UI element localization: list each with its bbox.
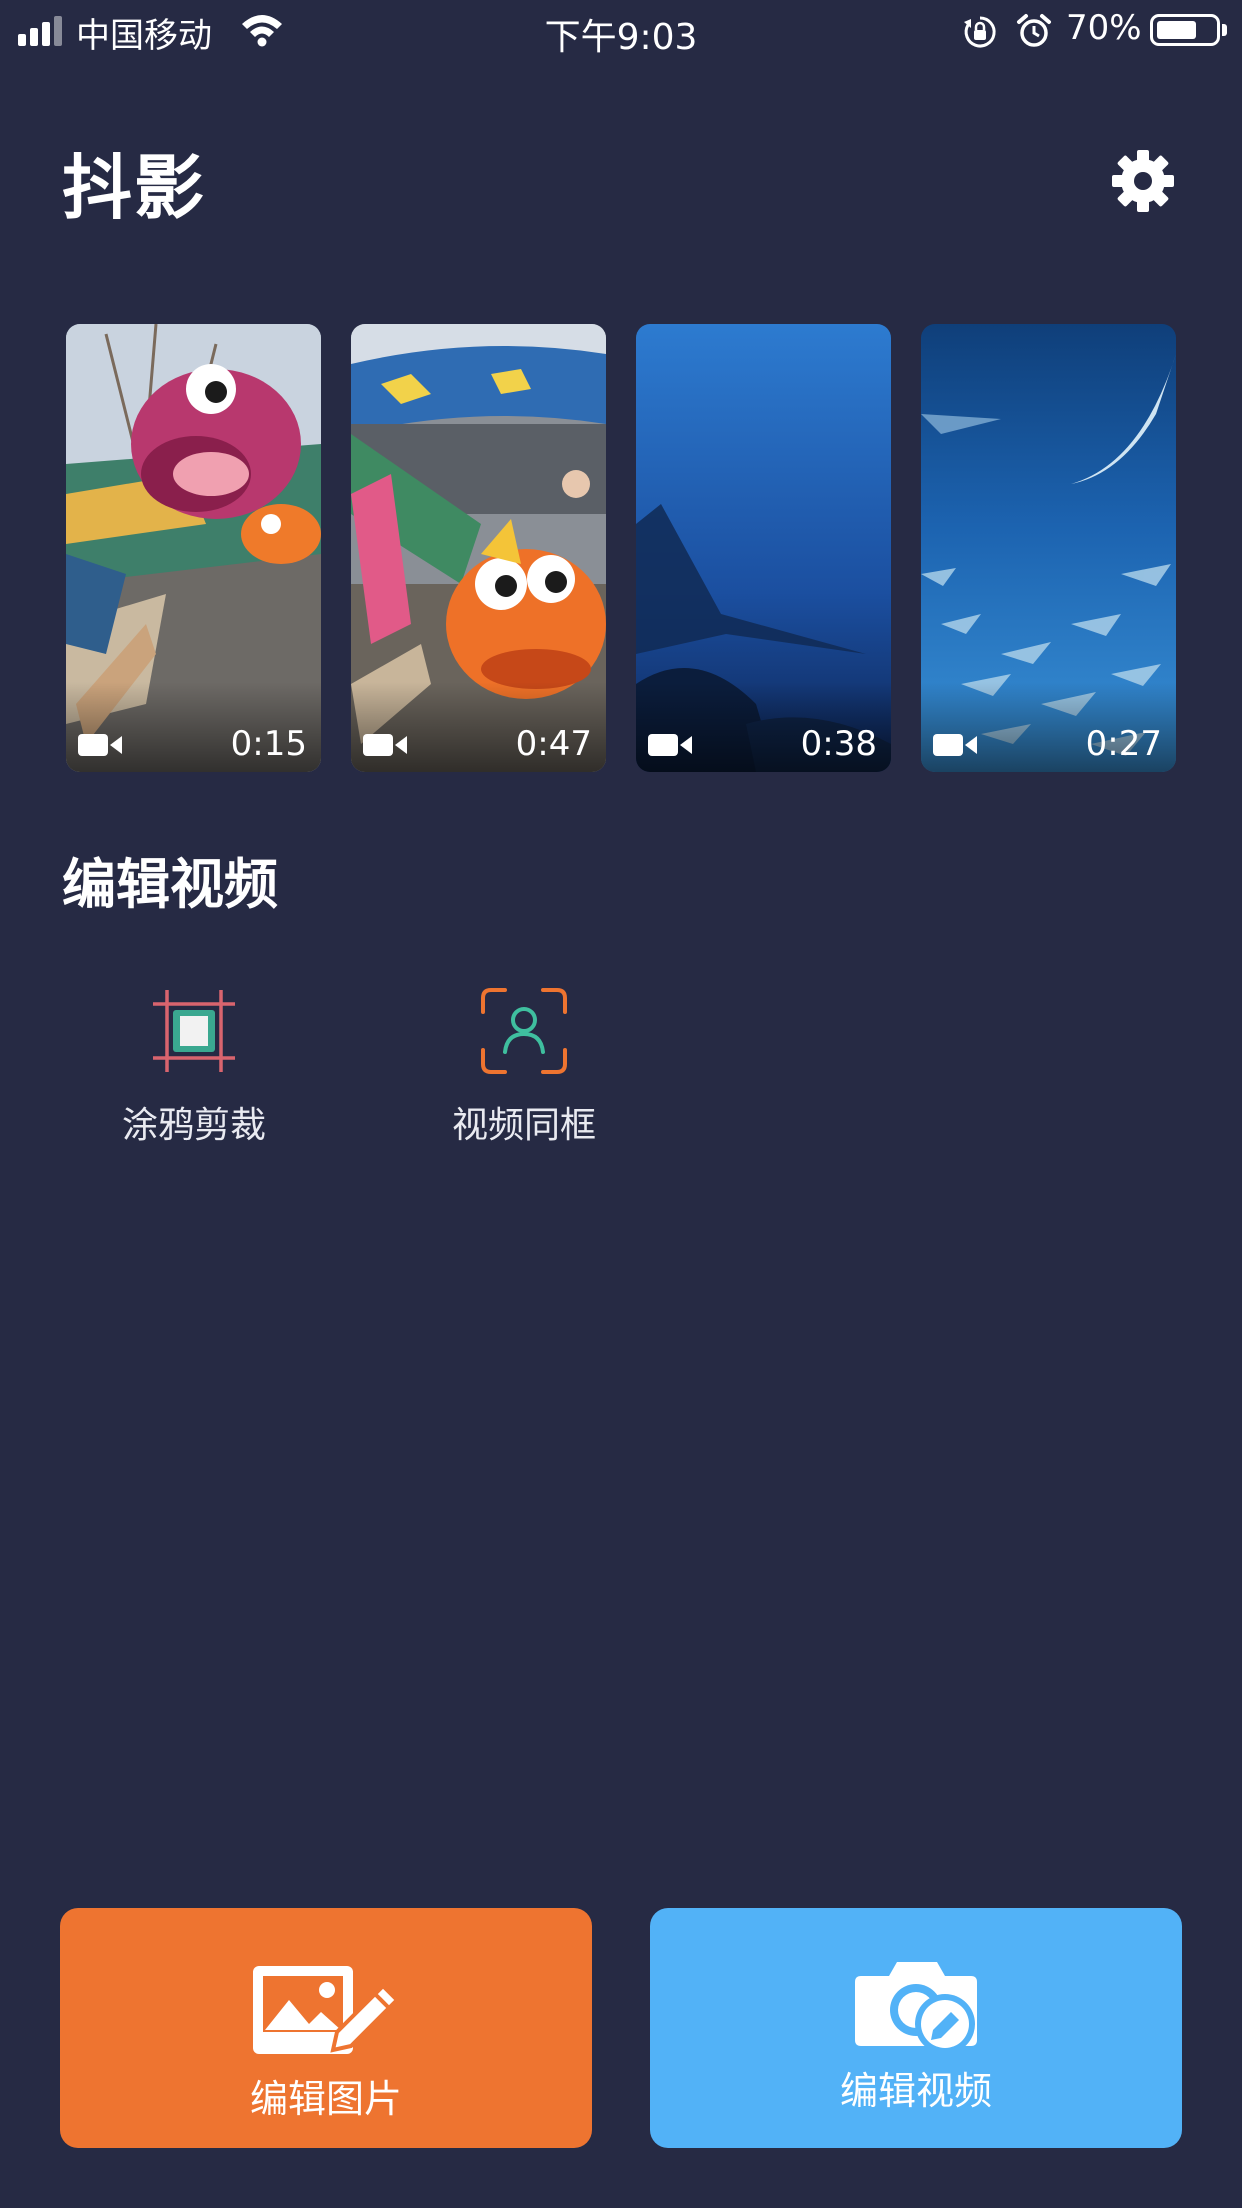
video-camera-icon (648, 734, 692, 756)
battery-tip (1222, 24, 1227, 36)
video-duet-button[interactable]: 视频同框 (424, 986, 624, 1146)
edit-photo-label: 编辑图片 (249, 2077, 402, 2121)
video-thumbnail[interactable]: 0:27 (921, 324, 1176, 772)
video-thumbnail[interactable]: 0:15 (66, 324, 321, 772)
battery-level (1157, 21, 1196, 39)
video-camera-icon (933, 734, 977, 756)
settings-gear-icon[interactable] (1110, 148, 1176, 214)
doodle-crop-button[interactable]: 涂鸦剪裁 (94, 986, 294, 1146)
battery-icon (1150, 14, 1220, 46)
status-bar: 中国移动 下午9:03 70% (0, 0, 1242, 62)
edit-photo-button[interactable]: 编辑图片 (60, 1908, 592, 2148)
image-edit-icon (253, 1966, 400, 2054)
camera-edit-icon (855, 1962, 977, 2054)
rotation-lock-icon (964, 16, 996, 48)
app-title: 抖影 (62, 147, 206, 229)
crop-icon (153, 990, 235, 1072)
video-duration: 0:15 (230, 724, 307, 764)
edit-video-button[interactable]: 编辑视频 (650, 1908, 1182, 2148)
tool-label: 涂鸦剪裁 (121, 1105, 266, 1146)
video-camera-icon (78, 734, 122, 756)
alarm-icon (1017, 14, 1051, 47)
person-frame-icon (481, 988, 567, 1074)
recent-videos-strip: 0:15 0:47 0:38 0:27 (66, 324, 1178, 772)
status-time: 下午9:03 (544, 17, 698, 58)
video-duration: 0:38 (800, 724, 877, 764)
section-title: 编辑视频 (62, 853, 278, 916)
video-duration: 0:27 (1085, 724, 1162, 764)
tool-label: 视频同框 (451, 1105, 596, 1146)
video-thumbnail[interactable]: 0:38 (636, 324, 891, 772)
edit-video-label: 编辑视频 (839, 2069, 992, 2113)
video-duration: 0:47 (515, 724, 592, 764)
battery-percent: 70% (1066, 8, 1142, 48)
video-camera-icon (363, 734, 407, 756)
video-thumbnail[interactable]: 0:47 (351, 324, 606, 772)
